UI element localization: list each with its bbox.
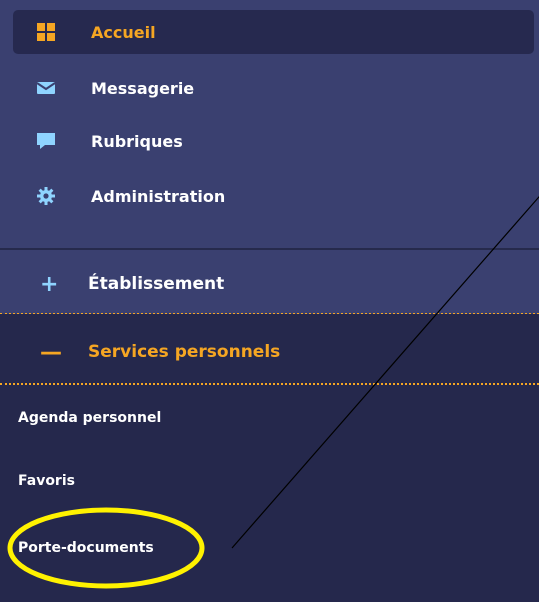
menu-item-label: Accueil	[91, 22, 156, 42]
menu-item-label: Administration	[91, 186, 226, 206]
sub-item-agenda-personnel[interactable]: Agenda personnel	[18, 410, 161, 426]
menu-divider	[0, 248, 539, 250]
collapse-minus-icon: —	[40, 339, 62, 365]
menu-item-rubriques[interactable]: Rubriques	[13, 119, 534, 163]
sub-item-porte-documents[interactable]: Porte-documents	[18, 540, 154, 556]
home-grid-icon	[37, 23, 55, 41]
section-etablissement[interactable]: + Établissement	[0, 256, 539, 312]
navigation-panel: Accueil Messagerie Rubriques Administrat…	[0, 0, 539, 602]
section-services-personnels[interactable]: — Services personnels	[0, 322, 539, 382]
section-label: Services personnels	[88, 342, 281, 362]
section-separator	[0, 383, 539, 385]
gear-icon	[37, 187, 55, 205]
menu-item-accueil[interactable]: Accueil	[13, 10, 534, 54]
menu-item-administration[interactable]: Administration	[13, 174, 534, 218]
menu-item-messagerie[interactable]: Messagerie	[13, 66, 534, 110]
chat-bubble-icon	[37, 132, 55, 150]
section-label: Établissement	[88, 274, 225, 294]
envelope-icon	[36, 79, 56, 97]
menu-item-label: Rubriques	[91, 131, 183, 151]
sub-item-favoris[interactable]: Favoris	[18, 473, 75, 489]
expand-plus-icon: +	[40, 271, 59, 297]
menu-item-label: Messagerie	[91, 78, 195, 98]
